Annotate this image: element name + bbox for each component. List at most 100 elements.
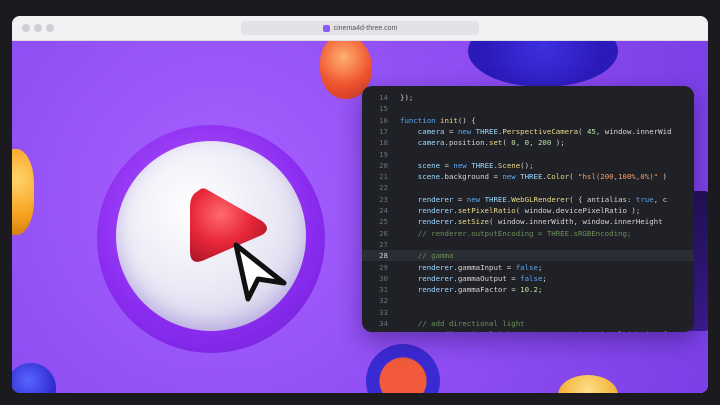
code-text: renderer.gammaFactor = 10.2; xyxy=(400,284,543,295)
code-editor-panel[interactable]: 14}); 15 16 function init() {17 camera = ne… xyxy=(362,86,694,332)
code-token: }); xyxy=(400,93,414,102)
code-token: new xyxy=(457,126,476,136)
line-number: 33 xyxy=(379,307,388,317)
line-number: 29 xyxy=(379,262,388,272)
code-text: renderer.gammaOutput = false; xyxy=(400,273,547,284)
code-token: directionalLight xyxy=(445,330,516,332)
code-token: DirectionalLight xyxy=(574,330,645,332)
code-line[interactable]: 19 xyxy=(362,149,694,160)
code-token: , xyxy=(515,138,525,148)
window-minimize-dot[interactable] xyxy=(34,24,42,32)
code-text: scene.background = new THREE.Color( "hsl… xyxy=(400,171,667,182)
code-token: (); xyxy=(520,160,534,170)
blob-ring-bottom xyxy=(366,344,440,393)
blob-yellow-bottom xyxy=(558,375,618,393)
window-maximize-dot[interactable] xyxy=(46,24,54,32)
code-line[interactable]: 25 renderer.setSize( window.innerWidth, … xyxy=(362,216,694,227)
code-line[interactable]: 26 // renderer.outputEncoding = THREE.sR… xyxy=(362,228,694,239)
code-line[interactable]: 34 // add directional light xyxy=(362,318,694,329)
line-number: 18 xyxy=(379,138,388,148)
code-token: set xyxy=(489,138,503,148)
address-bar[interactable]: cinema4d-three.com xyxy=(241,21,479,35)
code-line[interactable]: 20 scene = new THREE.Scene(); xyxy=(362,160,694,171)
code-line[interactable]: 30 renderer.gammaOutput = false; xyxy=(362,273,694,284)
code-token: THREE xyxy=(520,172,543,182)
code-token: 45 xyxy=(586,126,596,136)
code-token: // renderer.outputEncoding = THREE.sRGBE… xyxy=(400,228,632,238)
code-token: camera xyxy=(400,138,445,148)
code-line[interactable]: 31 renderer.gammaFactor = 10.2; xyxy=(362,284,694,295)
code-text: }); xyxy=(400,92,413,103)
code-token: new xyxy=(453,160,472,170)
code-line[interactable]: 28 // gamma xyxy=(362,250,694,262)
code-text: camera = new THREE.PerspectiveCamera( 45… xyxy=(400,126,672,137)
code-token: renderer xyxy=(400,206,454,215)
address-bar-url: cinema4d-three.com xyxy=(333,24,398,32)
code-token: new xyxy=(502,172,521,182)
code-token: renderer xyxy=(400,217,454,227)
code-token: THREE xyxy=(547,330,569,332)
code-text: renderer.setSize( window.innerWidth, win… xyxy=(400,216,663,227)
line-number: 22 xyxy=(379,183,388,193)
code-token: = xyxy=(444,126,458,136)
code-token: 200 xyxy=(537,138,552,148)
code-token: .gammaFactor = xyxy=(453,285,521,295)
line-number: 25 xyxy=(379,217,388,227)
code-text: renderer.gammaInput = false; xyxy=(400,262,543,273)
code-token: camera xyxy=(400,126,445,136)
code-token: renderer xyxy=(400,262,454,272)
code-line[interactable]: 33 xyxy=(362,307,694,318)
code-token: const xyxy=(418,330,445,332)
code-line[interactable]: 27 xyxy=(362,239,694,250)
webgl-canvas[interactable]: 14}); 15 16 function init() {17 camera = ne… xyxy=(12,41,708,393)
line-number: 19 xyxy=(379,149,388,159)
code-text: renderer = new THREE.WebGLRenderer( { an… xyxy=(400,194,667,205)
code-line[interactable]: 22 xyxy=(362,182,694,193)
code-token: scene xyxy=(400,172,441,182)
code-text: // renderer.outputEncoding = THREE.sRGBE… xyxy=(400,228,632,239)
code-token: ( xyxy=(502,138,512,148)
site-favicon-icon xyxy=(322,24,330,32)
code-line[interactable]: 18 camera.position.set( 0, 0, 200 ); xyxy=(362,137,694,148)
line-number: 26 xyxy=(379,228,388,238)
code-line[interactable]: 14}); xyxy=(362,92,694,103)
line-number: 23 xyxy=(379,194,388,204)
code-token: renderer xyxy=(400,194,454,204)
line-number: 20 xyxy=(379,160,388,170)
blob-blue-bottom-left xyxy=(12,363,56,393)
code-line[interactable]: 23 renderer = new THREE.WebGLRenderer( {… xyxy=(362,194,694,205)
code-token: , c xyxy=(653,194,668,204)
code-token: = xyxy=(453,194,467,204)
code-token: scene xyxy=(400,160,441,170)
code-token: ) xyxy=(658,172,668,182)
code-token: // gamma xyxy=(400,251,454,261)
code-text: renderer.setPixelRatio( window.devicePix… xyxy=(400,205,641,216)
code-line[interactable]: 15 xyxy=(362,103,694,114)
code-token: new xyxy=(466,194,485,204)
line-number: 30 xyxy=(379,273,388,283)
code-line[interactable]: 32 xyxy=(362,295,694,306)
browser-titlebar: cinema4d-three.com xyxy=(12,16,708,41)
code-token: , xyxy=(529,138,538,148)
line-number: 17 xyxy=(379,126,388,136)
code-line[interactable]: 29 renderer.gammaInput = false; xyxy=(362,262,694,273)
code-token: setPixelRatio xyxy=(457,206,516,215)
code-token: = xyxy=(440,160,454,170)
code-line[interactable]: 21 scene.background = new THREE.Color( "… xyxy=(362,171,694,182)
code-text: camera.position.set( 0, 0, 200 ); xyxy=(400,137,565,148)
code-token: ( xyxy=(569,172,579,182)
code-line[interactable]: 35 const directionalLight = new THREE.Di… xyxy=(362,329,694,332)
code-token: ; xyxy=(537,285,543,295)
code-line[interactable]: 17 camera = new THREE.PerspectiveCamera(… xyxy=(362,126,694,137)
code-text: // gamma xyxy=(400,250,454,261)
code-line[interactable]: 24 renderer.setPixelRatio( window.device… xyxy=(362,205,694,216)
code-token: // add directional light xyxy=(400,319,525,328)
blob-orange-left xyxy=(12,149,34,235)
line-number: 27 xyxy=(379,239,388,249)
code-token: ( xyxy=(578,126,587,136)
window-close-dot[interactable] xyxy=(22,24,30,32)
line-number: 24 xyxy=(379,206,388,215)
line-number: 14 xyxy=(379,93,388,102)
code-line[interactable]: 16 function init() { xyxy=(362,115,694,126)
